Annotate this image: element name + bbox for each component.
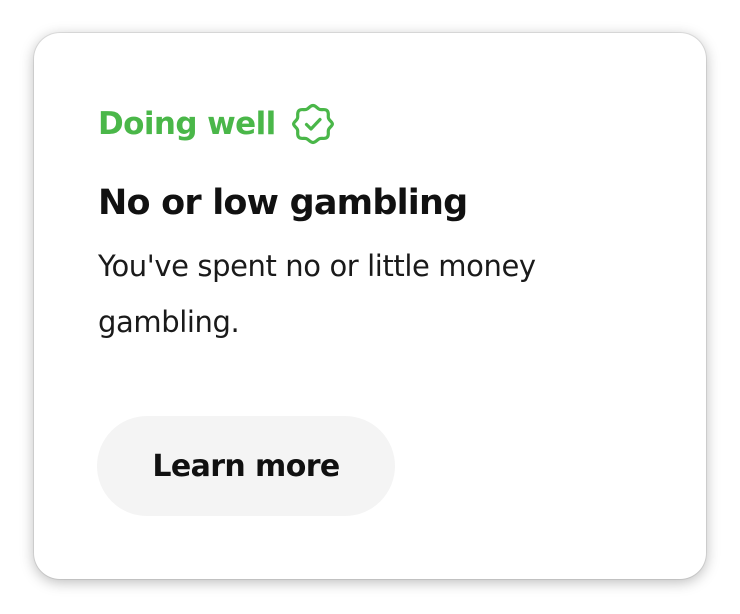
status-row: Doing well xyxy=(98,101,336,147)
card-description: You've spent no or little money gambling… xyxy=(98,249,536,339)
verified-badge-check-icon xyxy=(290,101,336,147)
learn-more-button[interactable]: Learn more xyxy=(97,416,395,516)
card-headline: No or low gambling xyxy=(98,183,468,223)
status-label: Doing well xyxy=(98,106,276,142)
gambling-status-card: Doing well No or low gambling You've spe… xyxy=(34,33,706,579)
